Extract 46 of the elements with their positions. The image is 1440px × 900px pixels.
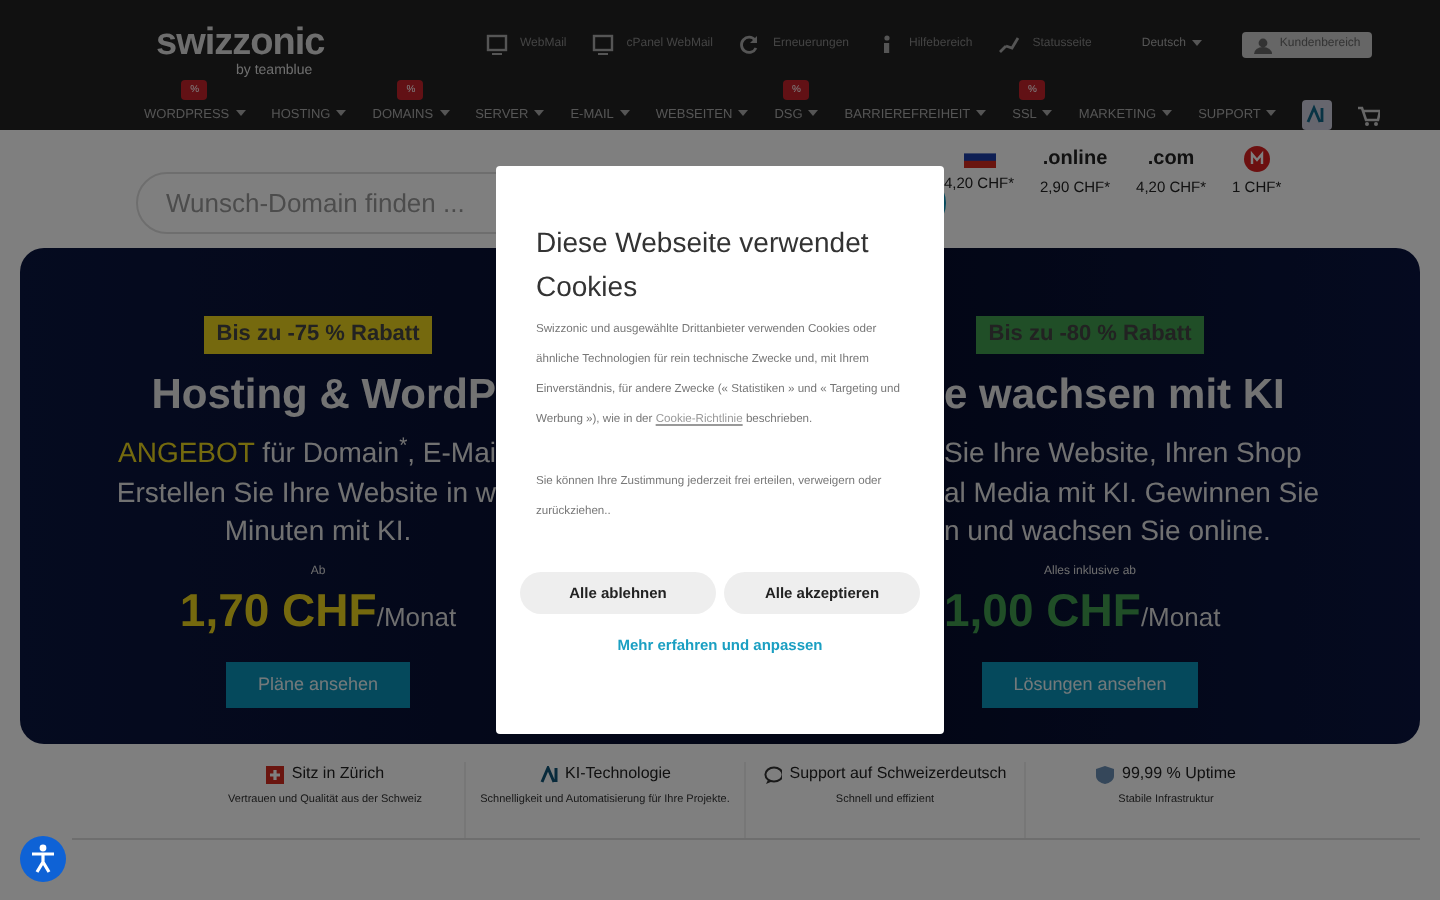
feature-title: KI-Technologie: [565, 762, 671, 786]
caret-icon: [1191, 39, 1202, 46]
caret-icon: [738, 110, 749, 117]
price: 1,00 CHF/Monat: [944, 581, 1221, 639]
hero-text: ANGEBOT für Domain$^{*}$, E-Mai: [118, 434, 496, 472]
tld-logo-icon: [1243, 146, 1270, 172]
caret-icon: [1266, 110, 1277, 117]
caret-icon: [619, 110, 630, 117]
refresh-icon: [738, 34, 761, 56]
hero-text: Erstellen Sie Ihre Website in w: [116, 473, 496, 511]
feature-title: Support auf Schweizerdeutsch: [789, 762, 1007, 786]
tld-name: .com: [1147, 146, 1195, 172]
hero-title: Hosting & WordP: [151, 369, 496, 421]
feature-title: 99,99 % Uptime: [1122, 762, 1236, 786]
hero-text: Minuten mit KI.: [224, 512, 412, 550]
discount-badge: Bis zu -75 % Rabatt: [204, 316, 432, 353]
person-icon: [30, 844, 56, 874]
hero-text: n und wachsen Sie online.: [944, 512, 1271, 550]
caret-icon: [439, 110, 450, 117]
swiss-flag-icon: [265, 765, 284, 783]
caret-icon: [1042, 110, 1053, 117]
chat-icon: [763, 765, 782, 783]
logo[interactable]: swizzonic: [156, 24, 325, 62]
hero-title: e wachsen mit KI: [944, 369, 1285, 421]
cta-button[interactable]: Pläne ansehen: [225, 661, 411, 708]
accessibility-button[interactable]: [20, 836, 66, 882]
cart-icon[interactable]: [1358, 105, 1381, 125]
monitor-icon: [592, 34, 615, 56]
feature-title: Sitz in Zürich: [291, 762, 385, 786]
caret-icon: [808, 110, 819, 117]
hero-text: al Media mit KI. Gewinnen Sie: [944, 473, 1320, 511]
caret-icon: [235, 110, 246, 117]
ai-icon: [539, 765, 558, 783]
tld-name: .online: [1042, 146, 1108, 172]
shield-icon: [1096, 765, 1115, 783]
caret-icon: [534, 110, 545, 117]
user-icon: [1253, 37, 1272, 53]
monitor-icon: [486, 34, 508, 56]
ai-icon[interactable]: [1302, 100, 1333, 130]
signal-icon: [998, 34, 1021, 56]
caret-icon: [1162, 110, 1173, 117]
caret-icon: [336, 110, 347, 117]
hero-text: Sie Ihre Website, Ihren Shop: [944, 434, 1302, 472]
caret-icon: [976, 110, 987, 117]
price: 1,70 CHF/Monat: [179, 581, 457, 639]
cta-button[interactable]: Lösungen ansehen: [981, 661, 1199, 708]
